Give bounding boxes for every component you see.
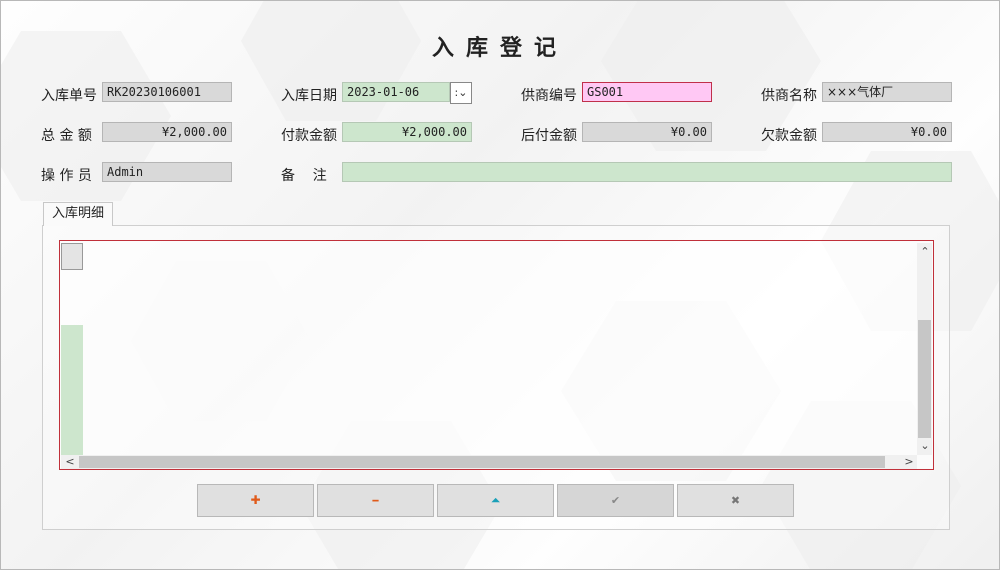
horizontal-scroll-thumb[interactable] — [79, 456, 885, 468]
check-icon: ✔ — [610, 494, 621, 507]
close-icon: ✖ — [730, 494, 741, 507]
tab-detail[interactable]: 入库明细 — [43, 202, 113, 226]
cancel-button[interactable]: ✖ — [677, 484, 794, 517]
total-field[interactable]: ¥2,000.00 — [102, 122, 232, 142]
deferred-field[interactable]: ¥0.00 — [582, 122, 712, 142]
confirm-button[interactable]: ✔ — [557, 484, 674, 517]
remove-row-button[interactable]: ━ — [317, 484, 434, 517]
owed-label: 欠款金额 — [761, 128, 817, 144]
operator-field[interactable]: Admin — [102, 162, 232, 182]
date-label: 入库日期 — [281, 88, 337, 104]
operator-label: 操 作 员 — [41, 168, 92, 184]
scroll-right-icon[interactable]: > — [902, 456, 916, 468]
vertical-scroll-thumb[interactable] — [918, 320, 931, 438]
scroll-up-icon[interactable]: ⌃ — [918, 246, 932, 258]
supplier-code-field[interactable]: GS001 — [582, 82, 712, 102]
supplier-name-label: 供商名称 — [761, 88, 817, 104]
add-row-button[interactable]: ✚ — [197, 484, 314, 517]
total-label: 总 金 额 — [41, 128, 92, 144]
order-no-field[interactable]: RK20230106001 — [102, 82, 232, 102]
plus-icon: ✚ — [250, 493, 261, 507]
remark-field[interactable] — [342, 162, 952, 182]
order-no-label: 入库单号 — [41, 88, 97, 104]
paid-field[interactable]: ¥2,000.00 — [342, 122, 472, 142]
owed-field[interactable]: ¥0.00 — [822, 122, 952, 142]
triangle-up-icon: ⏶ — [490, 493, 501, 507]
move-up-button[interactable]: ⏶ — [437, 484, 554, 517]
detail-grid[interactable] — [59, 240, 934, 470]
scroll-down-icon[interactable]: ⌄ — [918, 440, 932, 452]
minus-icon: ━ — [372, 496, 379, 507]
grid-corner-select-all[interactable] — [61, 243, 83, 270]
remark-label: 备 注 — [281, 168, 327, 184]
deferred-label: 后付金额 — [521, 128, 577, 144]
paid-label: 付款金额 — [281, 128, 337, 144]
scroll-left-icon[interactable]: < — [63, 456, 77, 468]
date-field[interactable]: 2023-01-06 — [342, 82, 450, 102]
supplier-name-field[interactable]: ×××气体厂 — [822, 82, 952, 102]
page-title: 入库登记 — [431, 35, 568, 61]
supplier-code-label: 供商编号 — [521, 88, 577, 104]
grid-row-header[interactable] — [61, 325, 83, 455]
date-dropdown-button[interactable]: :⌄ — [450, 82, 472, 104]
